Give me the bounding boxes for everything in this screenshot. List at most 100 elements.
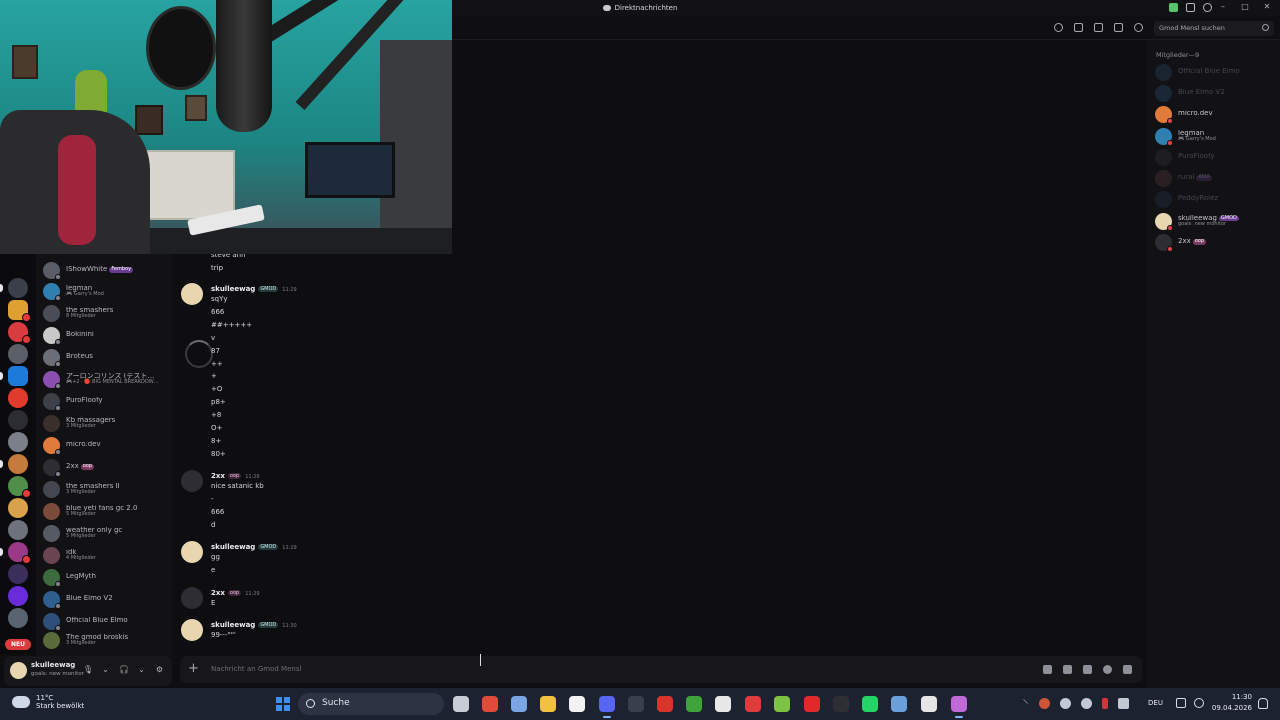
member-item[interactable]: micro.dev [1155,104,1279,124]
steam-app[interactable] [891,696,907,712]
member-item[interactable]: Official Blue Elmo [1155,62,1279,82]
pin-icon[interactable] [1094,23,1103,32]
obs-app[interactable] [833,696,849,712]
gift-icon[interactable] [1043,665,1052,674]
inbox-icon[interactable] [1186,3,1195,12]
discord-tray-icon[interactable] [1081,698,1092,709]
member-item[interactable]: PuroFloofy [1155,147,1279,167]
dm-item[interactable]: idk 4 Mitglieder [43,545,171,565]
dm-item[interactable]: the smashers 8 Mitglieder [43,303,171,323]
language-indicator[interactable]: DEU [1148,699,1163,707]
notification-bell-icon[interactable] [1258,698,1268,709]
member-item[interactable]: Blue Elmo V2 [1155,83,1279,103]
file-explorer-app[interactable] [540,696,556,712]
server-icon[interactable] [8,366,28,386]
dm-item[interactable]: micro.dev [43,435,171,455]
network-icon[interactable] [1176,698,1186,708]
server-icon[interactable] [8,322,31,344]
dm-item[interactable]: legman 🎮 Garry's Mod [43,281,171,301]
message-author[interactable]: skulleewag [211,543,255,551]
avatar[interactable] [181,541,203,563]
maximize-icon[interactable]: □ [1240,2,1250,11]
whatsapp-app[interactable] [862,696,878,712]
apps-icon[interactable] [1123,665,1132,674]
minimize-icon[interactable]: – [1218,2,1228,11]
add-friend-icon[interactable] [1114,23,1123,32]
close-icon[interactable]: ✕ [1262,2,1272,11]
minecraft-app[interactable] [686,696,702,712]
keyboard-icon[interactable] [1118,698,1129,709]
dm-item[interactable]: The gmod broskis 3 Mitglieder [43,630,171,650]
dm-item[interactable]: the smashers II 3 Mitglieder [43,479,171,499]
user-name[interactable]: skulleewag [31,661,75,669]
dm-item[interactable]: weather only gc 5 Mitglieder [43,523,171,543]
dm-item[interactable]: IShowWhite Femboy [43,260,171,280]
server-icon[interactable] [8,344,28,364]
server-icon[interactable] [8,454,28,474]
clock[interactable]: 11:30 09.04.2026 [1206,693,1252,712]
chevron-up-icon[interactable] [1018,698,1029,709]
dm-item[interactable]: Official Blue Elmo [43,611,171,631]
dm-item[interactable]: PuroFloofy [43,391,171,411]
start-button[interactable] [276,697,290,711]
server-icon[interactable] [8,476,31,498]
message-author[interactable]: skulleewag [211,285,255,293]
paint-app[interactable] [951,696,967,718]
dm-item[interactable]: LegMyth [43,567,171,587]
add-attachment-icon[interactable]: + [188,661,199,676]
server-icon[interactable] [8,410,28,430]
avatar[interactable] [10,662,27,679]
task-view-app[interactable] [453,696,469,712]
avatar[interactable] [181,587,203,609]
server-icon[interactable] [8,608,28,628]
search-input[interactable]: Gmod Mensl suchen [1154,21,1274,36]
chevron-down-icon[interactable]: ⌄ [137,665,146,675]
member-item[interactable]: rural ASIA [1155,168,1279,188]
member-item[interactable]: legman 🎮 Garry's Mod [1155,126,1279,146]
member-item[interactable]: PeddyRolez [1155,189,1279,209]
chevron-down-icon[interactable]: ⌄ [101,665,110,675]
gif-app[interactable] [628,696,644,712]
dm-item[interactable]: 2xx oop [43,457,171,477]
server-icon[interactable] [8,586,28,606]
server-icon[interactable] [8,432,28,452]
volume-icon[interactable] [1194,698,1204,708]
tray-app-icon[interactable] [1039,698,1050,709]
dm-item[interactable]: アーロンコリンズ (デスト… 🎮+2 · 🔴 BIG MENTAL BREAKDO… [43,369,171,389]
server-icon[interactable] [8,520,28,540]
store-app[interactable] [569,696,585,712]
youtube-app[interactable] [804,696,820,712]
dm-item[interactable]: Broteus [43,347,171,367]
weather-widget[interactable]: 11°C Stark bewölkt [9,692,84,710]
server-icon[interactable] [8,300,31,322]
gear-icon[interactable]: ⚙ [155,665,164,675]
calculator-app[interactable] [511,696,527,712]
steam-tray-icon[interactable] [1060,698,1071,709]
server-icon[interactable] [8,278,28,298]
taskbar-search[interactable]: Suche [298,693,444,715]
members-icon[interactable] [1134,23,1143,32]
message-author[interactable]: 2xx [211,589,225,597]
member-item[interactable]: 2xx oop [1155,232,1279,252]
member-item[interactable]: skulleewag GMOD goals: new monitor [1155,211,1279,231]
sticker-icon[interactable] [1083,665,1092,674]
avatar[interactable] [181,283,203,305]
server-icon[interactable] [8,388,28,408]
nitro-icon[interactable] [1169,3,1178,12]
server-icon[interactable] [8,542,31,564]
mic-icon[interactable]: 🎙 [83,665,93,675]
dm-item[interactable]: Blue Elmo V2 [43,589,171,609]
avatar[interactable] [181,619,203,641]
refresh-app[interactable] [715,696,731,712]
android-app[interactable] [774,696,790,712]
record-app[interactable] [745,696,761,712]
server-icon[interactable] [8,498,28,518]
game-app[interactable] [657,696,673,712]
dm-item[interactable]: blue yeti fans gc 2.0 5 Mitglieder [43,501,171,521]
message-author[interactable]: 2xx [211,472,225,480]
message-author[interactable]: skulleewag [211,621,255,629]
capcut-app[interactable] [921,696,937,712]
server-icon[interactable] [8,564,28,584]
emoji-icon[interactable] [1103,665,1112,674]
chrome-app[interactable] [482,696,498,712]
